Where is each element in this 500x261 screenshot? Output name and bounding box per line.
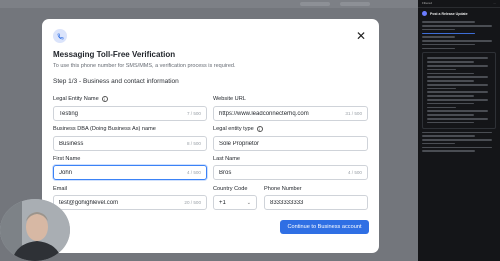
panel-text-line	[427, 80, 474, 82]
first-name-label-text: First Name	[53, 156, 81, 162]
legal-entity-type-label-text: Legal entity type	[213, 126, 254, 132]
business-dba-value: Business	[59, 140, 84, 147]
legal-entity-type-value: Sole Proprietor	[219, 140, 260, 147]
panel-text-line	[427, 76, 489, 78]
business-dba-input[interactable]: Business 8 / 500	[53, 136, 207, 151]
panel-text-line	[427, 121, 474, 124]
modal-subtitle: To use this phone number for SMS/MMS, a …	[53, 63, 236, 69]
panel-text-line	[427, 95, 474, 97]
close-icon[interactable]: ✕	[354, 29, 368, 43]
last-name-label: Last Name	[213, 156, 240, 162]
business-dba-label: Business DBA (Doing Business As) name	[53, 126, 156, 132]
char-count: 4 / 500	[347, 170, 362, 175]
panel-text-line	[427, 117, 489, 120]
panel-text-line	[422, 28, 455, 31]
panel-text-line	[422, 135, 476, 137]
panel-text-line	[427, 83, 489, 86]
panel-item-title: Post a Release Update	[430, 11, 468, 16]
backdrop-toolbar-button	[300, 2, 330, 6]
panel-text-line	[422, 142, 455, 145]
panel-text-line	[422, 150, 476, 152]
last-name-label-text: Last Name	[213, 156, 241, 162]
panel-filter-label[interactable]: Filtered	[422, 1, 432, 6]
website-url-label-text: Website URL	[213, 96, 246, 102]
chevron-down-icon: ⌄	[246, 199, 251, 206]
backdrop-toolbar-button	[340, 2, 370, 6]
panel-text-line	[422, 131, 492, 134]
panel-text-line	[422, 43, 476, 46]
phone-number-value: 8333333333	[270, 199, 304, 206]
first-name-label: First Name	[53, 156, 80, 162]
website-url-label: Website URL	[213, 96, 246, 102]
legal-entity-name-label-text: Legal Entity Name	[53, 96, 99, 102]
panel-text-line	[427, 106, 456, 109]
legal-entity-name-input[interactable]: Testing 7 / 500	[53, 106, 207, 121]
panel-text-line	[422, 47, 455, 50]
panel-text-line	[427, 114, 474, 116]
panel-detail-box	[422, 52, 496, 129]
last-name-value: Bros	[219, 169, 232, 176]
panel-text-line	[422, 139, 492, 141]
last-name-input[interactable]: Bros 4 / 500	[213, 165, 368, 180]
char-count: 31 / 500	[345, 111, 362, 116]
panel-text-line	[427, 61, 474, 63]
toll-free-verification-modal: ✕ Messaging Toll-Free Verification To us…	[42, 19, 379, 253]
country-code-value: +1	[219, 199, 226, 206]
email-label: Email	[53, 186, 67, 192]
backdrop-toolbar	[0, 0, 418, 8]
phone-number-label: Phone Number	[264, 186, 302, 192]
panel-text-line	[427, 57, 489, 60]
website-url-input[interactable]: https://www.leadconnecterhq.com 31 / 500	[213, 106, 368, 121]
first-name-input[interactable]: John 4 / 500	[53, 165, 207, 180]
panel-text-line	[427, 91, 489, 94]
info-icon[interactable]: i	[101, 96, 108, 102]
char-count: 20 / 500	[184, 200, 201, 205]
panel-text-line	[422, 146, 492, 149]
char-count: 8 / 500	[186, 141, 201, 146]
email-value: test@gohighlevel.com	[59, 199, 119, 206]
panel-text-line	[427, 68, 456, 71]
info-icon[interactable]: i	[256, 126, 263, 132]
webcam-video	[0, 199, 70, 261]
modal-title: Messaging Toll-Free Verification	[53, 50, 176, 59]
legal-entity-type-select[interactable]: Sole Proprietor	[213, 136, 368, 151]
step-indicator: Step 1/3 - Business and contact informat…	[53, 78, 179, 85]
char-count: 4 / 500	[186, 170, 201, 175]
panel-text-line	[422, 40, 492, 42]
legal-entity-type-label: Legal entity type i	[213, 126, 263, 132]
panel-text-line	[427, 110, 489, 112]
panel-more-icon[interactable]: ...	[493, 1, 496, 6]
panel-text-line	[422, 36, 455, 38]
email-field[interactable]: test@gohighlevel.com 20 / 500	[53, 195, 207, 210]
release-notes-panel: Filtered ... Post a Release Update	[418, 0, 500, 261]
panel-link-line[interactable]	[422, 32, 476, 35]
item-avatar	[422, 11, 427, 16]
panel-text-line	[422, 21, 476, 23]
legal-entity-name-value: Testing	[59, 110, 79, 117]
panel-text-line	[427, 65, 489, 67]
country-code-label-text: Country Code	[213, 186, 248, 192]
country-code-select[interactable]: +1 ⌄	[213, 195, 257, 210]
panel-item-header[interactable]: Post a Release Update	[418, 8, 500, 19]
panel-header-bar: Filtered ...	[418, 0, 500, 8]
panel-text-line	[422, 24, 492, 27]
panel-text-line	[427, 72, 474, 75]
char-count: 7 / 500	[186, 111, 201, 116]
panel-text-line	[427, 87, 456, 90]
business-dba-label-text: Business DBA (Doing Business As) name	[53, 126, 156, 132]
country-code-label: Country Code	[213, 186, 248, 192]
panel-text-line	[427, 102, 474, 105]
legal-entity-name-label: Legal Entity Name i	[53, 96, 108, 102]
phone-number-input[interactable]: 8333333333	[264, 195, 368, 210]
phone-icon	[53, 29, 67, 43]
continue-button[interactable]: Continue to Business account	[280, 220, 369, 234]
first-name-value: John	[59, 169, 73, 176]
phone-number-label-text: Phone Number	[264, 186, 302, 192]
email-label-text: Email	[53, 186, 67, 192]
website-url-value: https://www.leadconnecterhq.com	[219, 110, 309, 117]
panel-text-line	[427, 99, 489, 101]
